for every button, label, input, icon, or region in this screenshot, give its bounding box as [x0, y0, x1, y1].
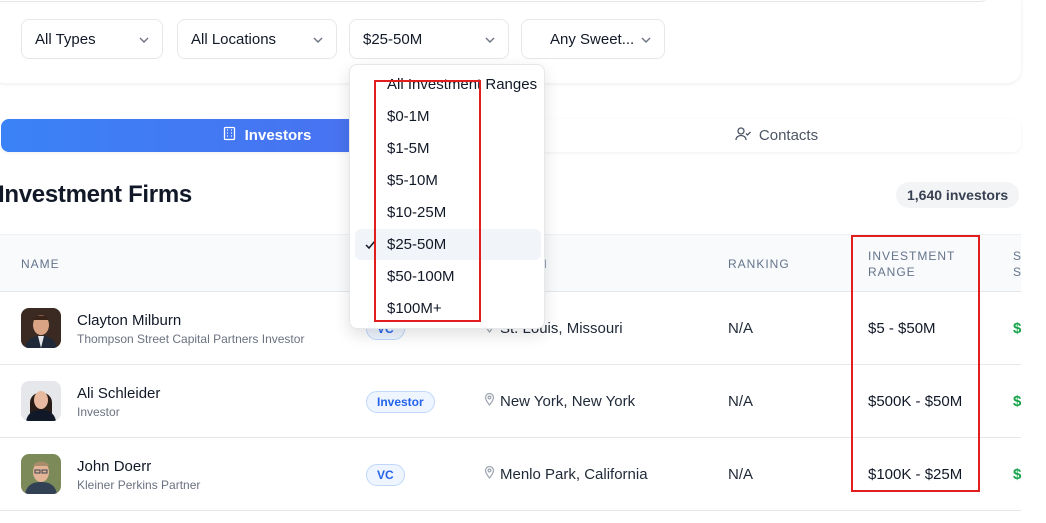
- next-column-value: $: [1013, 466, 1022, 483]
- building-icon: [222, 126, 237, 145]
- highlight-box-investment-range-column: [851, 235, 980, 492]
- ranking-value: N/A: [728, 320, 754, 337]
- location-text: New York, New York: [500, 392, 636, 410]
- range-filter-select[interactable]: $25-50M: [349, 19, 509, 59]
- map-pin-icon: [483, 392, 496, 410]
- location-filter-select[interactable]: All Locations: [177, 19, 337, 59]
- ranking-value: N/A: [728, 466, 754, 483]
- avatar: [21, 454, 61, 494]
- type-filter-label: All Types: [35, 30, 96, 48]
- person-title: Investor: [77, 405, 120, 419]
- location-filter-label: All Locations: [191, 30, 277, 48]
- avatar: [21, 308, 61, 348]
- column-header-name[interactable]: NAME: [21, 256, 60, 272]
- sweet-spot-filter-select[interactable]: Any Sweet...: [521, 19, 665, 59]
- person-name[interactable]: John Doerr: [77, 458, 151, 475]
- column-header-next-line1: S: [1013, 249, 1023, 263]
- person-name[interactable]: Clayton Milburn: [77, 312, 181, 329]
- range-filter-label: $25-50M: [363, 30, 423, 48]
- location-text: Menlo Park, California: [500, 465, 648, 483]
- avatar: [21, 381, 61, 421]
- chevron-down-icon: [312, 33, 324, 45]
- location: Menlo Park, California: [483, 465, 648, 483]
- tab-contacts-label: Contacts: [758, 127, 819, 144]
- investor-type-badge: Investor: [366, 391, 435, 413]
- user-icon: [735, 126, 751, 145]
- person-title: Thompson Street Capital Partners Investo…: [77, 332, 305, 346]
- column-header-ranking[interactable]: RANKING: [728, 256, 790, 272]
- map-pin-icon: [483, 465, 496, 483]
- person-title: Kleiner Perkins Partner: [77, 478, 201, 492]
- tab-investors-label: Investors: [244, 127, 312, 144]
- chevron-down-icon: [138, 33, 150, 45]
- column-header-next-line2: S: [1013, 265, 1023, 279]
- chevron-down-icon: [484, 33, 496, 45]
- location: New York, New York: [483, 392, 635, 410]
- page-title: Investment Firms: [0, 181, 192, 208]
- tab-contacts[interactable]: Contacts: [532, 119, 1021, 152]
- column-header-next[interactable]: S S: [1013, 248, 1022, 280]
- sweet-spot-filter-label: Any Sweet...: [550, 30, 635, 48]
- ranking-value: N/A: [728, 393, 754, 410]
- search-bar-edge: [0, 0, 990, 2]
- investor-count-badge: 1,640 investors: [896, 182, 1020, 208]
- type-filter-select[interactable]: All Types: [21, 19, 163, 59]
- person-name[interactable]: Ali Schleider: [77, 385, 160, 402]
- investor-type-badge: VC: [366, 464, 405, 486]
- next-column-value: $: [1013, 393, 1022, 410]
- next-column-value: $: [1013, 320, 1022, 337]
- chevron-down-icon: [640, 33, 652, 45]
- highlight-box-dropdown-options: [374, 80, 481, 322]
